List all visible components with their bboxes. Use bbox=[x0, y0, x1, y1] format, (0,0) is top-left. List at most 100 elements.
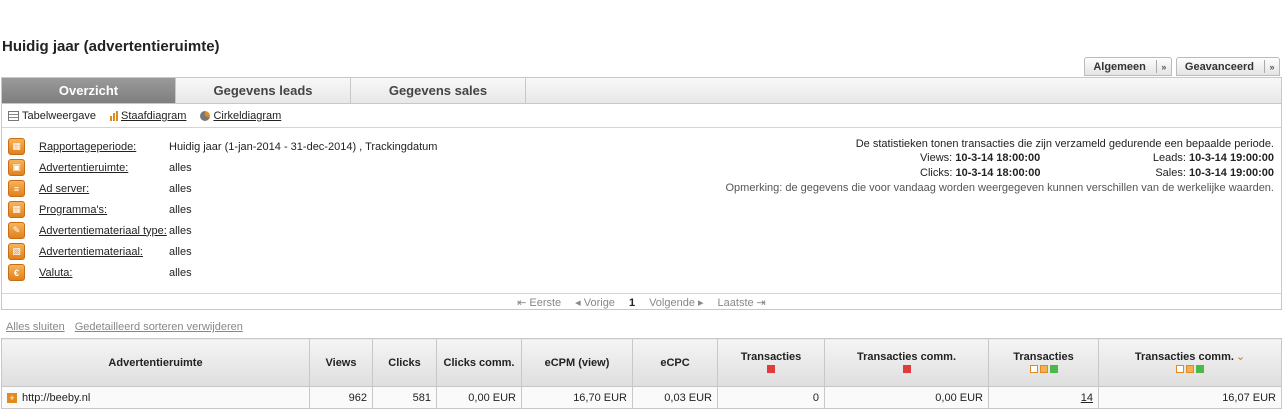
col-transactions-comm-sales[interactable]: Transacties comm. ⌄ bbox=[1098, 338, 1282, 387]
server-icon: ≡ bbox=[8, 180, 25, 197]
filter-row: ≡ Ad server: alles bbox=[8, 178, 437, 199]
clicks-label: Clicks: bbox=[920, 167, 953, 179]
stats-note: Opmerking: de gegevens die voor vandaag … bbox=[725, 182, 1274, 194]
cell-clicks-comm: 0,00 EUR bbox=[436, 386, 522, 409]
filter-label-ad-space[interactable]: Advertentieruimte: bbox=[39, 162, 169, 174]
tab-overzicht[interactable]: Overzicht bbox=[2, 78, 176, 103]
leads-marker-icon bbox=[767, 364, 775, 373]
report-panel: Overzicht Gegevens leads Gegevens sales … bbox=[1, 77, 1282, 310]
col-ecpm[interactable]: eCPM (view) bbox=[521, 338, 633, 387]
pie-chart-icon bbox=[200, 110, 211, 121]
filter-value: Huidig jaar (1-jan-2014 - 31-dec-2014) ,… bbox=[169, 140, 438, 153]
geavanceerd-label: Geavanceerd bbox=[1184, 60, 1254, 73]
pager-last[interactable]: Laatste ⇥ bbox=[718, 296, 766, 309]
cell-ad-space: + http://beeby.nl bbox=[1, 386, 310, 409]
table-header-row: Advertentieruimte Views Clicks Clicks co… bbox=[1, 338, 1282, 387]
filter-label-reporting-period[interactable]: Rapportageperiode: bbox=[39, 141, 169, 153]
pagination: ⇤ Eerste ◂ Vorige 1 Volgende ▸ Laatste ⇥ bbox=[2, 293, 1281, 311]
table-icon bbox=[8, 110, 19, 121]
filter-label-currency[interactable]: Valuta: bbox=[39, 267, 169, 279]
algemeen-label: Algemeen bbox=[1093, 60, 1146, 73]
cell-transactions-comm-sales: 16,07 EUR bbox=[1098, 386, 1282, 409]
chevron-down-icon: » bbox=[1161, 61, 1167, 72]
filter-row: ▣ Advertentieruimte: alles bbox=[8, 157, 437, 178]
filter-row: ✎ Advertentiemateriaal type: alles bbox=[8, 220, 437, 241]
col-transactions-comm[interactable]: Transacties comm. bbox=[824, 338, 989, 387]
filter-row: € Valuta: alles bbox=[8, 262, 437, 283]
filter-value: alles bbox=[169, 266, 192, 279]
filter-label-material-type[interactable]: Advertentiemateriaal type: bbox=[39, 225, 169, 237]
pager-prev[interactable]: ◂ Vorige bbox=[575, 296, 615, 309]
material-type-icon: ✎ bbox=[8, 222, 25, 239]
filter-row: ▧ Advertentiemateriaal: alles bbox=[8, 241, 437, 262]
view-mode-bar: Tabelweergave Staafdiagram Cirkeldiagram bbox=[2, 104, 1281, 128]
calendar-icon: ▦ bbox=[8, 138, 25, 155]
ad-space-icon: ▣ bbox=[8, 159, 25, 176]
filter-label-ad-server[interactable]: Ad server: bbox=[39, 183, 169, 195]
table-row: + http://beeby.nl 962 581 0,00 EUR 16,70 … bbox=[1, 386, 1282, 409]
algemeen-button[interactable]: Algemeen » bbox=[1084, 57, 1172, 76]
stats-intro: De statistieken tonen transacties die zi… bbox=[855, 138, 1274, 150]
filter-label-material[interactable]: Advertentiemateriaal: bbox=[39, 246, 169, 258]
data-table: Advertentieruimte Views Clicks Clicks co… bbox=[1, 338, 1282, 409]
expand-icon[interactable]: + bbox=[7, 392, 17, 403]
remove-sort-link[interactable]: Gedetailleerd sorteren verwijderen bbox=[75, 321, 243, 333]
col-views[interactable]: Views bbox=[309, 338, 373, 387]
tab-gegevens-sales[interactable]: Gegevens sales bbox=[351, 78, 526, 103]
filter-list: ▦ Rapportageperiode: Huidig jaar (1-jan-… bbox=[8, 136, 437, 283]
pager-next[interactable]: Volgende ▸ bbox=[649, 296, 703, 309]
col-clicks[interactable]: Clicks bbox=[372, 338, 437, 387]
table-actions: Alles sluiten Gedetailleerd sorteren ver… bbox=[6, 321, 243, 333]
sales-label: Sales: bbox=[1155, 167, 1186, 179]
sales-open-marker-icon bbox=[1029, 364, 1038, 373]
filter-row: ▦ Rapportageperiode: Huidig jaar (1-jan-… bbox=[8, 136, 437, 157]
sales-timestamp: 10-3-14 19:00:00 bbox=[1188, 167, 1274, 179]
cell-ecpm: 16,70 EUR bbox=[521, 386, 633, 409]
sales-pending-marker-icon bbox=[1186, 365, 1194, 374]
bar-chart-link[interactable]: Staafdiagram bbox=[121, 110, 186, 122]
tab-bar: Overzicht Gegevens leads Gegevens sales bbox=[2, 78, 1281, 104]
sort-desc-icon[interactable]: ⌄ bbox=[1236, 351, 1245, 363]
pager-current: 1 bbox=[628, 296, 636, 309]
leads-timestamp: 10-3-14 19:00:00 bbox=[1188, 152, 1274, 164]
clicks-timestamp: 10-3-14 18:00:00 bbox=[955, 167, 1041, 179]
geavanceerd-button[interactable]: Geavanceerd » bbox=[1175, 57, 1280, 76]
view-buttons: Algemeen » Geavanceerd » bbox=[1084, 57, 1280, 76]
cell-transactions-sales: 14 bbox=[988, 386, 1099, 409]
bar-chart-icon bbox=[110, 110, 118, 121]
currency-icon: € bbox=[8, 264, 25, 281]
sales-approved-marker-icon bbox=[1196, 365, 1204, 374]
filter-row: ▦ Programma's: alles bbox=[8, 199, 437, 220]
col-ecpc[interactable]: eCPC bbox=[632, 338, 718, 387]
cell-transactions-comm: 0,00 EUR bbox=[824, 386, 989, 409]
transactions-link[interactable]: 14 bbox=[1081, 392, 1093, 404]
sales-open-marker-icon bbox=[1176, 365, 1184, 374]
bar-chart-option[interactable]: Staafdiagram bbox=[110, 110, 186, 122]
filter-label-programs[interactable]: Programma's: bbox=[39, 204, 169, 216]
tab-gegevens-leads[interactable]: Gegevens leads bbox=[176, 78, 351, 103]
filter-value: alles bbox=[169, 224, 192, 237]
cell-ecpc: 0,03 EUR bbox=[632, 386, 718, 409]
table-view-option[interactable]: Tabelweergave bbox=[8, 110, 96, 122]
views-timestamp: 10-3-14 18:00:00 bbox=[955, 152, 1041, 164]
leads-marker-icon bbox=[902, 364, 911, 373]
pie-chart-link[interactable]: Cirkeldiagram bbox=[213, 110, 281, 122]
close-all-link[interactable]: Alles sluiten bbox=[6, 321, 65, 333]
cell-clicks: 581 bbox=[372, 386, 437, 409]
material-icon: ▧ bbox=[8, 243, 25, 260]
filter-value: alles bbox=[169, 182, 192, 195]
sales-pending-marker-icon bbox=[1039, 364, 1048, 373]
pie-chart-option[interactable]: Cirkeldiagram bbox=[200, 110, 281, 122]
col-ad-space[interactable]: Advertentieruimte bbox=[1, 338, 310, 387]
views-label: Views: bbox=[920, 152, 953, 164]
table-view-label: Tabelweergave bbox=[22, 109, 96, 122]
filter-value: alles bbox=[169, 245, 192, 258]
cell-views: 962 bbox=[309, 386, 373, 409]
col-clicks-comm[interactable]: Clicks comm. bbox=[436, 338, 522, 387]
cell-transactions: 0 bbox=[717, 386, 825, 409]
pager-first[interactable]: ⇤ Eerste bbox=[517, 296, 561, 309]
programs-icon: ▦ bbox=[8, 201, 25, 218]
page-title: Huidig jaar (advertentieruimte) bbox=[2, 38, 220, 55]
col-transactions[interactable]: Transacties bbox=[717, 338, 825, 387]
col-transactions-sales[interactable]: Transacties bbox=[988, 338, 1099, 387]
